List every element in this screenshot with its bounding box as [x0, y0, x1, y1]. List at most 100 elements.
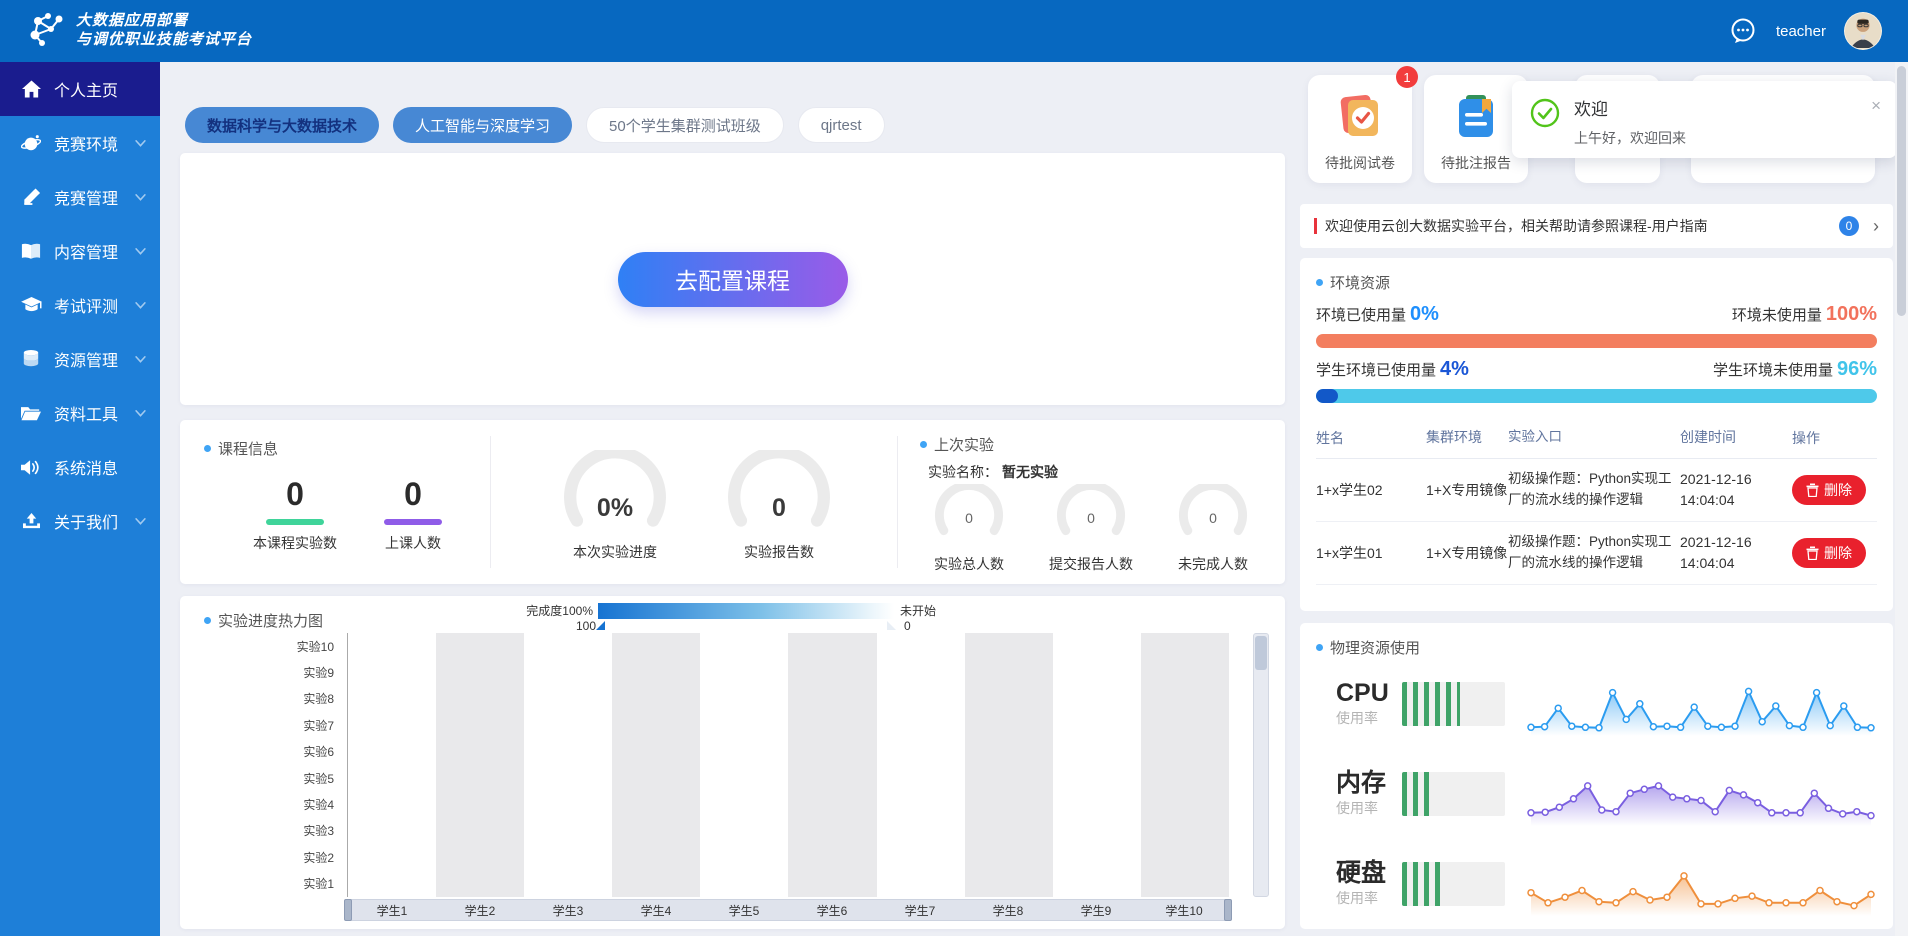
heatmap-row-label: 实验10: [280, 633, 342, 659]
sidebar-item-folder[interactable]: 资料工具: [0, 386, 160, 440]
delete-button[interactable]: 删除: [1792, 538, 1866, 568]
sidebar-item-book[interactable]: 内容管理: [0, 224, 160, 278]
sidebar-item-upload[interactable]: 关于我们: [0, 494, 160, 548]
heatmap-row-label: 实验8: [280, 686, 342, 712]
slider-left-handle[interactable]: [344, 899, 352, 921]
close-icon[interactable]: ×: [1871, 97, 1881, 158]
sidebar-item-planet[interactable]: 竞赛环境: [0, 116, 160, 170]
counter-arc-icon: 0: [1176, 484, 1250, 540]
resource-gauge-fill: [1402, 772, 1432, 816]
env-resources-card: 环境资源 环境已使用量0%环境未使用量100%学生环境已使用量4%学生环境未使用…: [1300, 258, 1893, 611]
stat-value: 0: [354, 478, 472, 510]
page-scrollbar[interactable]: [1895, 62, 1908, 936]
sidebar-item-grad[interactable]: 考试评测: [0, 278, 160, 332]
stat-underline: [384, 519, 442, 525]
heatmap-row-label: 实验5: [280, 765, 342, 791]
heatmap-card: 实验进度热力图 完成度100% 未开始 100 0 实验10实验9实验8实验7实…: [180, 596, 1285, 929]
slider-vertical-handle[interactable]: [1255, 636, 1267, 670]
legend-max-label: 完成度100%: [520, 602, 598, 619]
heatmap-x-slider[interactable]: 学生1学生2学生3学生4学生5学生6学生7学生8学生9学生10: [347, 899, 1229, 921]
heatmap-row-label: 实验1: [280, 871, 342, 897]
heatmap-row-label: 实验2: [280, 844, 342, 870]
delete-button[interactable]: 删除: [1792, 475, 1866, 505]
env-used-value: 4%: [1440, 358, 1469, 380]
bullet-dot-icon: [204, 445, 211, 452]
slider-right-handle[interactable]: [1224, 899, 1232, 921]
env-used-label: 环境已使用量0%: [1316, 303, 1439, 326]
resource-name: 内存使用率: [1316, 770, 1396, 818]
table-row: 1+x学生021+X专用镜像初级操作题：Python实现工厂的流水线的操作逻辑2…: [1316, 459, 1877, 522]
heatmap-y-axis: 实验10实验9实验8实验7实验6实验5实验4实验3实验2实验1: [280, 633, 342, 897]
heatmap-y-slider[interactable]: [1253, 633, 1269, 897]
heatmap-row-label: 实验9: [280, 659, 342, 685]
legend-gradient-bar: [598, 603, 894, 619]
sidebar-item-edit[interactable]: 竞赛管理: [0, 170, 160, 224]
messages-icon[interactable]: [1728, 16, 1758, 46]
cell-action: 删除: [1792, 538, 1877, 568]
heatmap-col-label: 学生5: [700, 902, 788, 919]
resource-row-硬盘: 硬盘使用率: [1316, 840, 1877, 928]
resource-subtitle: 使用率: [1336, 798, 1396, 818]
tab-course-3[interactable]: 50个学生集群测试班级: [586, 107, 784, 143]
heatmap-col-label: 学生2: [436, 902, 524, 919]
avatar[interactable]: [1844, 12, 1882, 50]
legend-right-handle-icon: [887, 621, 896, 630]
tab-course-2[interactable]: 人工智能与深度学习: [393, 107, 572, 143]
main-content: 数据科学与大数据技术人工智能与深度学习 50个学生集群测试班级 qjrtest 去配…: [180, 62, 1285, 936]
heatmap-column-学生6: [788, 633, 876, 897]
tab-course-4[interactable]: qjrtest: [798, 107, 885, 143]
chevron-down-icon: [135, 194, 146, 201]
edit-icon: [20, 187, 42, 207]
heatmap-row-label: 实验4: [280, 791, 342, 817]
toast-message: 上午好，欢迎回来: [1574, 128, 1686, 148]
notify-card-待批阅试卷[interactable]: 待批阅试卷1: [1308, 75, 1412, 183]
sidebar-item-home[interactable]: 个人主页: [0, 62, 160, 116]
course-gauges: 0%本次实验进度 0实验报告数: [552, 450, 842, 562]
stat-本课程实验数: 0本课程实验数: [236, 478, 354, 553]
counter-label: 未完成人数: [1159, 554, 1267, 574]
cell-cluster: 1+X专用镜像: [1426, 543, 1508, 564]
gauge-label: 实验报告数: [716, 542, 842, 562]
sidebar-item-label: 个人主页: [54, 77, 118, 101]
physical-resources-card: 物理资源使用 CPU使用率内存使用率硬盘使用率: [1300, 623, 1893, 929]
sidebar-item-label: 竞赛环境: [54, 131, 118, 155]
last-experiment-title: 上次实验: [920, 434, 994, 455]
counter-提交报告人数: 0提交报告人数: [1037, 484, 1145, 574]
chevron-right-icon[interactable]: ›: [1873, 217, 1879, 235]
speaker-icon: [20, 457, 42, 477]
book-icon: [20, 241, 42, 261]
welcome-toast: 欢迎 上午好，欢迎回来 ×: [1512, 81, 1897, 158]
sidebar-item-database[interactable]: 资源管理: [0, 332, 160, 386]
course-info-title: 课程信息: [204, 438, 278, 459]
counter-value: 0: [1176, 510, 1250, 526]
sidebar-item-label: 关于我们: [54, 509, 118, 533]
resource-subtitle: 使用率: [1336, 708, 1396, 728]
welcome-banner[interactable]: 欢迎使用云创大数据实验平台，相关帮助请参照课程-用户指南 0 ›: [1300, 204, 1893, 248]
sidebar-item-speaker[interactable]: 系统消息: [0, 440, 160, 494]
env-progress-fill: [1316, 389, 1338, 403]
heatmap-col-label: 学生10: [1140, 902, 1228, 919]
env-usage-环境已使用量: 环境已使用量0%环境未使用量100%: [1316, 303, 1877, 348]
configure-course-button[interactable]: 去配置课程: [618, 252, 848, 307]
env-resources-title: 环境资源: [1316, 272, 1877, 293]
course-stats: 0本课程实验数0上课人数: [236, 478, 472, 553]
gauge-实验报告数: 0实验报告数: [716, 450, 842, 562]
heatmap-row-label: 实验6: [280, 739, 342, 765]
banner-badge: 0: [1839, 216, 1859, 236]
legend-max-value: 100: [520, 619, 598, 633]
success-check-icon: [1530, 98, 1560, 158]
gauge-本次实验进度: 0%本次实验进度: [552, 450, 678, 562]
gauge-label: 本次实验进度: [552, 542, 678, 562]
tab-course-1[interactable]: 数据科学与大数据技术: [185, 107, 379, 143]
heatmap-column-学生9: [1053, 633, 1141, 897]
divider: [490, 436, 491, 568]
physical-resources-title: 物理资源使用: [1316, 637, 1877, 658]
env-free-label: 学生环境未使用量96%: [1713, 358, 1877, 381]
sidebar-item-label: 内容管理: [54, 239, 118, 263]
banner-text: 欢迎使用云创大数据实验平台，相关帮助请参照课程-用户指南: [1325, 216, 1708, 236]
scrollbar-handle[interactable]: [1897, 66, 1906, 316]
experiment-counters: 0实验总人数0提交报告人数0未完成人数: [915, 484, 1267, 574]
username: teacher: [1776, 23, 1826, 40]
counter-未完成人数: 0 未完成人数: [1159, 484, 1267, 574]
resource-row-内存: 内存使用率: [1316, 750, 1877, 838]
